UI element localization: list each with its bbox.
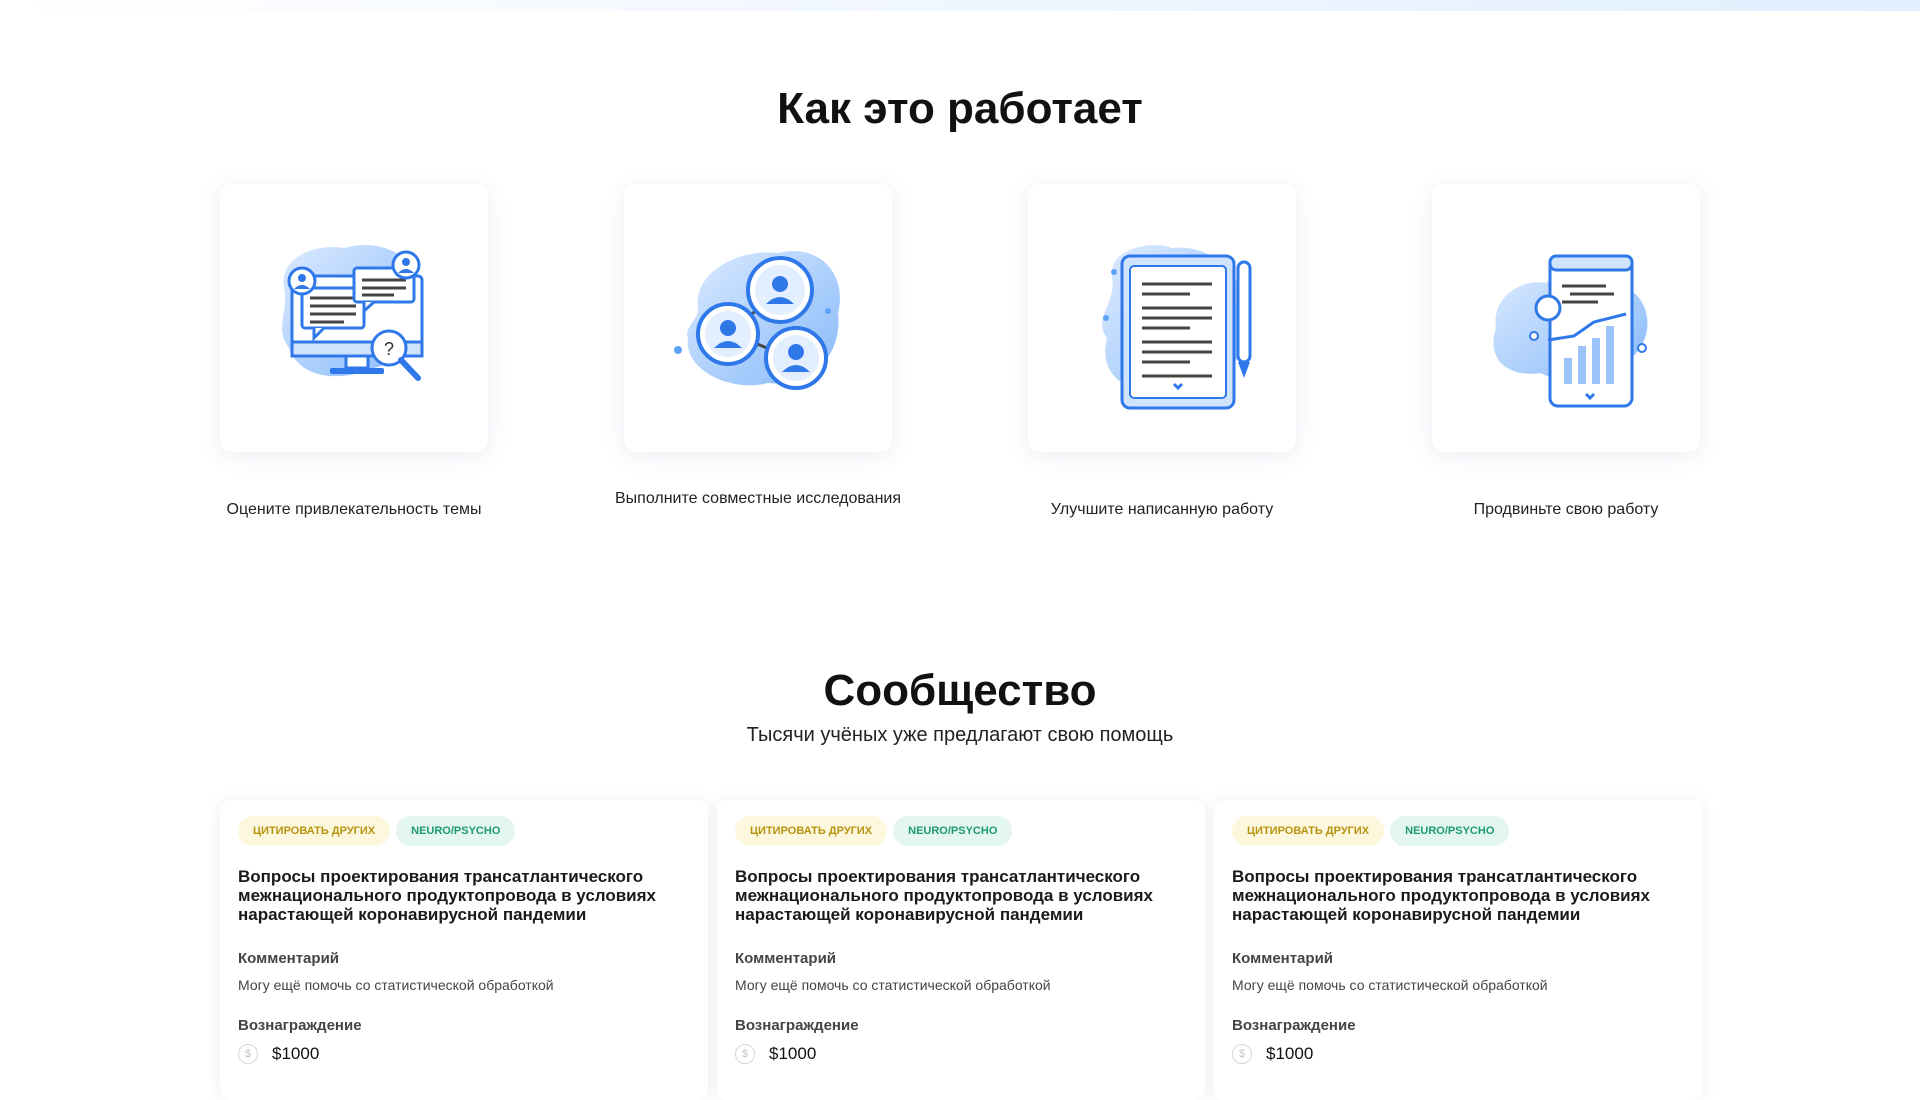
- comment-text: Могу ещё помочь со статистической обрабо…: [1232, 977, 1548, 993]
- connected-users-icon: [674, 251, 840, 390]
- community-subtitle: Тысячи учёных уже предлагают свою помощь: [746, 724, 1174, 746]
- reward-row: $ $1000: [735, 1044, 816, 1064]
- step-label-joint-research: Выполните совместные исследования: [615, 490, 901, 507]
- reward-row: $ $1000: [1232, 1044, 1313, 1064]
- svg-text:?: ?: [384, 339, 394, 359]
- card-title[interactable]: Вопросы проектирования трансатлантическо…: [238, 867, 688, 924]
- tag-neuro-psycho[interactable]: Neuro/Psycho: [1390, 816, 1510, 846]
- comment-label: Комментарий: [1232, 950, 1334, 967]
- coin-icon: $: [238, 1044, 258, 1064]
- reward-amount: $1000: [272, 1044, 320, 1063]
- card-title[interactable]: Вопросы проектирования трансатлантическо…: [735, 867, 1185, 924]
- monitor-chat-magnifier-icon: ?: [282, 244, 424, 381]
- comment-label: Комментарий: [735, 950, 837, 967]
- tag-neuro-psycho[interactable]: Neuro/Psycho: [396, 816, 516, 846]
- community-card[interactable]: Цитировать других Neuro/Psycho Вопросы п…: [717, 800, 1205, 1100]
- reward-label: Вознаграждение: [735, 1017, 859, 1034]
- step-card-joint-research[interactable]: [624, 184, 892, 452]
- tag-cite-others[interactable]: Цитировать других: [735, 816, 888, 846]
- tag-list: Цитировать других Neuro/Psycho: [1232, 816, 1510, 846]
- step-card-promote-work[interactable]: [1432, 184, 1700, 452]
- community-card[interactable]: Цитировать других Neuro/Psycho Вопросы п…: [220, 800, 708, 1100]
- coin-icon: $: [735, 1044, 755, 1064]
- comment-label: Комментарий: [238, 950, 340, 967]
- community-title: Сообщество: [823, 666, 1097, 715]
- comment-text: Могу ещё помочь со статистической обрабо…: [238, 977, 554, 993]
- reward-amount: $1000: [1266, 1044, 1314, 1063]
- step-label-evaluate-topic: Оцените привлекательность темы: [226, 501, 482, 518]
- reward-label: Вознаграждение: [238, 1017, 362, 1034]
- step-card-evaluate-topic[interactable]: ?: [220, 184, 488, 452]
- document-pen-icon: [1102, 245, 1252, 410]
- reward-amount: $1000: [769, 1044, 817, 1063]
- tag-cite-others[interactable]: Цитировать других: [1232, 816, 1385, 846]
- comment-text: Могу ещё помочь со статистической обрабо…: [735, 977, 1051, 993]
- tag-list: Цитировать других Neuro/Psycho: [238, 816, 516, 846]
- top-gradient-strip: [0, 0, 1920, 11]
- tag-list: Цитировать других Neuro/Psycho: [735, 816, 1013, 846]
- coin-icon: $: [1232, 1044, 1252, 1064]
- step-label-improve-work: Улучшите написанную работу: [1050, 501, 1274, 518]
- tag-neuro-psycho[interactable]: Neuro/Psycho: [893, 816, 1013, 846]
- how-it-works-title: Как это работает: [777, 84, 1143, 133]
- tag-cite-others[interactable]: Цитировать других: [238, 816, 391, 846]
- reward-row: $ $1000: [238, 1044, 319, 1064]
- step-label-promote-work: Продвиньте свою работу: [1473, 501, 1659, 518]
- card-title[interactable]: Вопросы проектирования трансатлантическо…: [1232, 867, 1682, 924]
- phone-growth-chart-icon: [1493, 254, 1648, 408]
- reward-label: Вознаграждение: [1232, 1017, 1356, 1034]
- step-card-improve-work[interactable]: [1028, 184, 1296, 452]
- community-card[interactable]: Цитировать других Neuro/Psycho Вопросы п…: [1214, 800, 1702, 1100]
